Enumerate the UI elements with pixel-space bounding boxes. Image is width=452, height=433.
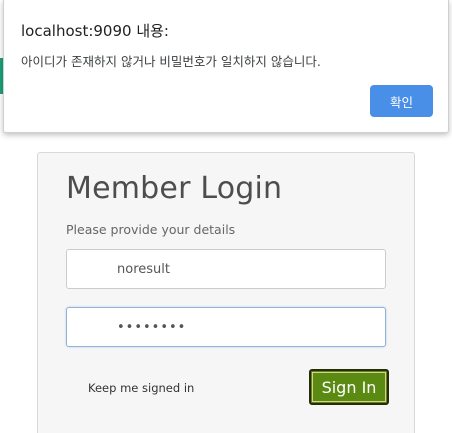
page-title: Member Login bbox=[66, 171, 283, 206]
login-subtitle: Please provide your details bbox=[66, 222, 236, 237]
alert-ok-button[interactable]: 확인 bbox=[370, 85, 433, 117]
alert-message: 아이디가 존재하지 않거나 비밀번호가 일치하지 않습니다. bbox=[21, 54, 321, 69]
keep-signed-in-label[interactable]: Keep me signed in bbox=[88, 381, 194, 395]
username-field[interactable] bbox=[66, 249, 386, 289]
password-field[interactable] bbox=[66, 307, 386, 347]
sign-in-button[interactable]: Sign In bbox=[309, 369, 389, 405]
alert-dialog: localhost:9090 내용: 아이디가 존재하지 않거나 비밀번호가 일… bbox=[3, 0, 449, 133]
alert-title: localhost:9090 내용: bbox=[21, 22, 169, 40]
login-card: Member Login Please provide your details… bbox=[37, 152, 415, 433]
page: Member Login Please provide your details… bbox=[0, 0, 452, 433]
